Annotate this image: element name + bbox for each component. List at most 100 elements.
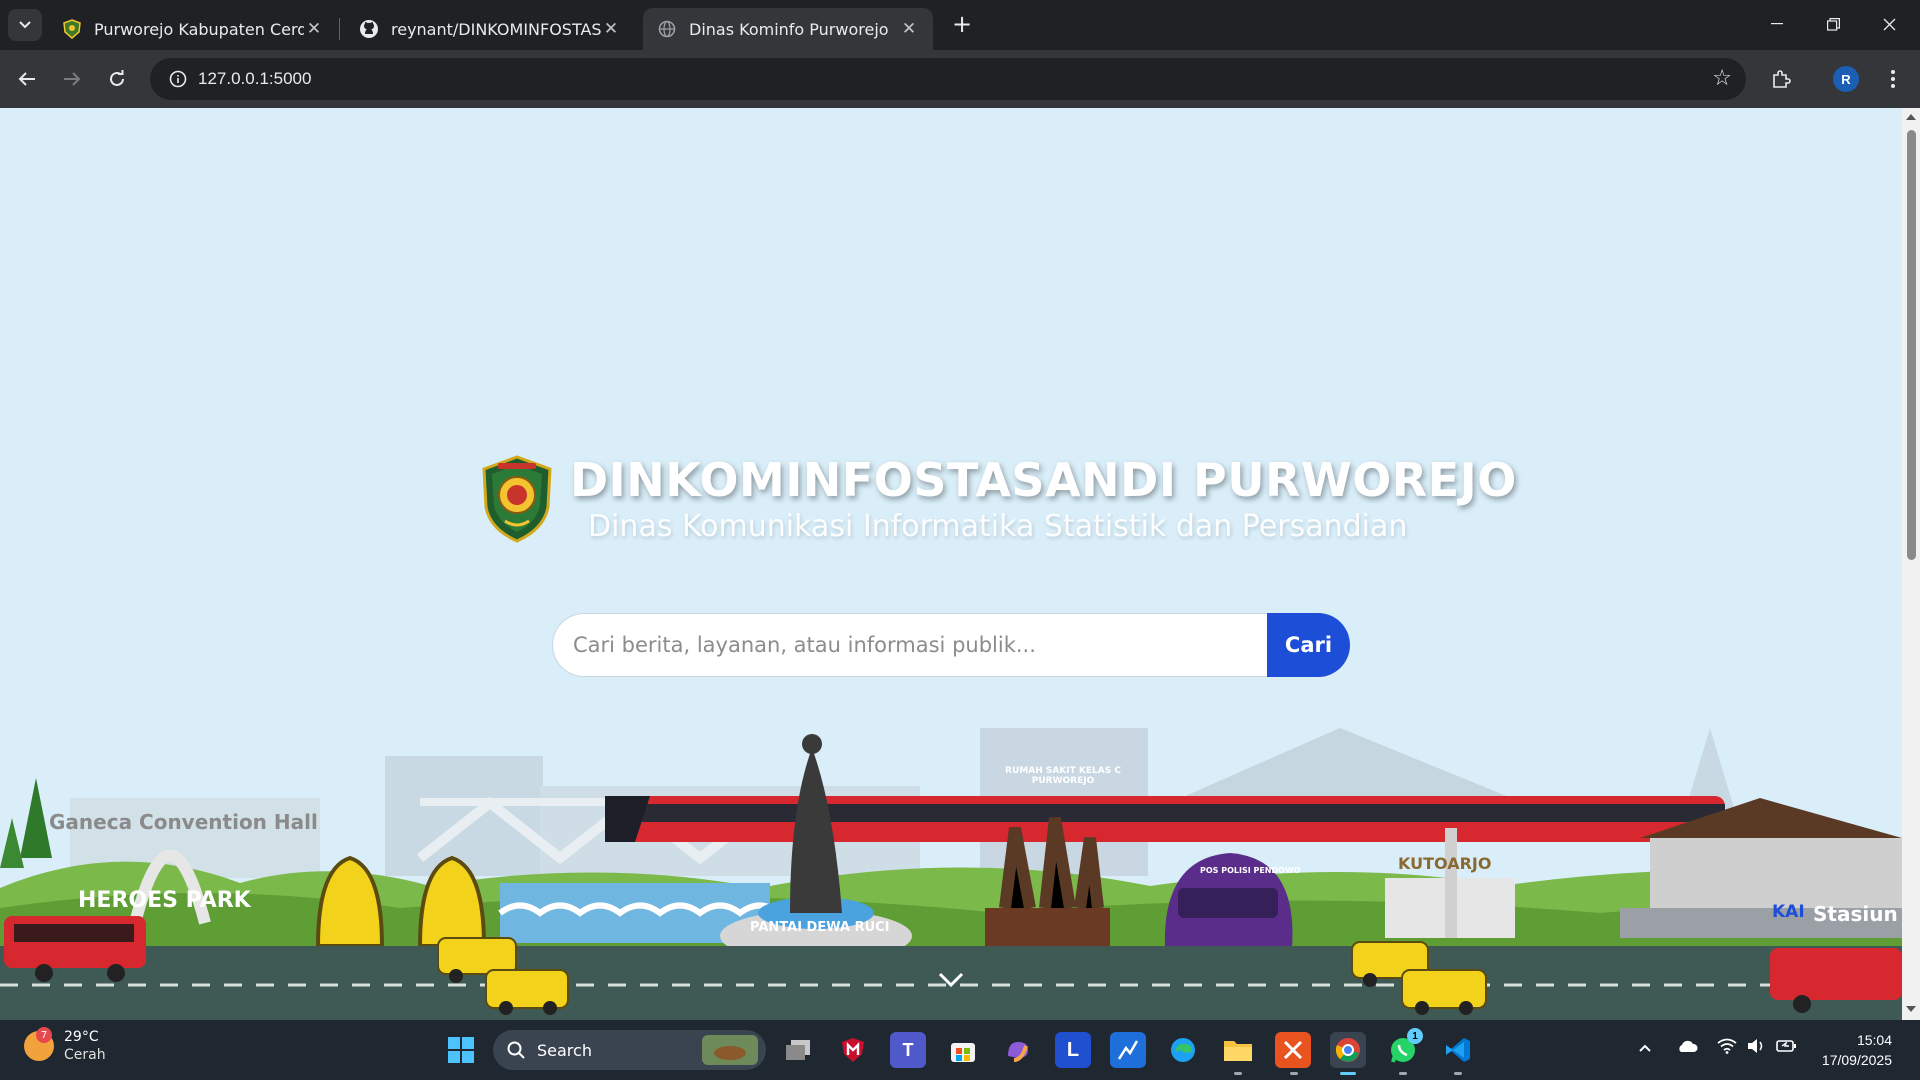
vscode-app[interactable] [1440,1032,1476,1068]
weather-temperature: 29°C [64,1029,99,1045]
l-app-icon: L [1066,1038,1080,1061]
label-rumah-sakit: RUMAH SAKIT KELAS C PURWOREJO [1005,766,1121,786]
chrome-icon [1335,1038,1360,1062]
search-form: Cari [552,613,1350,677]
close-icon[interactable]: ✕ [899,19,919,39]
microsoft-store-app[interactable] [945,1032,981,1068]
extensions-button[interactable] [1765,63,1797,95]
site-info-icon[interactable] [158,70,198,88]
minimize-button[interactable] [1749,0,1805,48]
whatsapp-app[interactable]: 1 [1385,1028,1423,1068]
teams-app[interactable]: T [890,1032,926,1068]
store-bag-icon [951,1043,975,1062]
edge-icon [1171,1038,1195,1062]
draw-app[interactable] [1110,1032,1146,1068]
page-title: DINKOMINFOSTASANDI PURWOREJO [570,453,1517,507]
weather-badge: 7 [36,1027,52,1043]
folder-icon [1224,1041,1252,1061]
clock-time: 15:04 [1856,1032,1892,1048]
scroll-down-chevron-icon[interactable] [937,966,965,994]
github-icon [359,19,379,39]
close-icon [1883,18,1895,30]
hero-text: DINKOMINFOSTASANDI PURWOREJO Dinas Komun… [570,453,1517,544]
scroll-up-arrow-icon[interactable] [1906,114,1916,120]
reload-button[interactable] [101,63,133,95]
tab-github-repo[interactable]: reynant/DINKOMINFOSTASANDI ✕ [345,8,635,50]
tab-search-button[interactable] [8,9,42,41]
label-kai: KAI [1772,902,1805,922]
restore-button[interactable] [1805,0,1861,48]
start-button[interactable] [443,1032,479,1068]
copilot-icon [1008,1042,1028,1062]
chrome-app[interactable] [1330,1032,1366,1068]
label-pantai-dewa-ruci: PANTAI DEWA RUCI [750,920,890,935]
tab-title: Dinas Kominfo Purworejo [689,19,889,39]
arrow-right-icon [64,72,81,86]
taskbar-clock[interactable]: 15:04 17/09/2025 [1812,1030,1892,1070]
browser-menu-button[interactable] [1877,63,1909,95]
tab-title: reynant/DINKOMINFOSTASANDI [391,19,601,39]
globe-icon [657,19,677,39]
kebab-menu-icon [1891,70,1895,88]
battery-sync-icon[interactable] [1776,1038,1798,1058]
crest-icon [62,19,82,39]
puzzle-icon [1773,70,1791,88]
profile-button[interactable]: R [1830,63,1862,95]
onedrive-cloud-icon[interactable] [1676,1038,1698,1057]
search-button[interactable]: Cari [1267,613,1350,677]
volume-icon[interactable] [1746,1038,1766,1058]
new-tab-button[interactable]: + [948,10,976,38]
scroll-down-arrow-icon[interactable] [1906,1006,1916,1012]
arrow-left-icon [18,72,35,86]
back-button[interactable] [11,63,43,95]
file-explorer-app[interactable] [1220,1032,1256,1068]
windows-logo-icon [448,1037,474,1063]
close-window-button[interactable] [1861,0,1917,48]
weather-sun-icon: 7 [24,1027,54,1061]
edge-app[interactable] [1165,1032,1201,1068]
weather-condition: Cerah [64,1047,106,1063]
taskbar-search[interactable]: Search [493,1030,766,1070]
task-view-button[interactable] [780,1032,816,1068]
taskbar-search-label: Search [537,1040,592,1060]
vscode-icon [1446,1038,1470,1062]
whatsapp-badge: 1 [1407,1028,1423,1044]
weather-widget[interactable]: 7 29°C Cerah [24,1027,106,1064]
forward-button[interactable] [56,63,88,95]
browser-tabstrip: Purworejo Kabupaten Cerdas ✕ reynant/DIN… [0,0,1920,50]
wifi-icon[interactable] [1717,1038,1737,1058]
page-scrollbar[interactable] [1902,108,1920,1020]
tab-dinas-kominfo[interactable]: Dinas Kominfo Purworejo ✕ [643,8,933,50]
search-icon [507,1041,525,1059]
search-highlight-image-icon [702,1035,758,1065]
url-text: 127.0.0.1:5000 [198,69,312,88]
tab-purworejo-kabupaten[interactable]: Purworejo Kabupaten Cerdas ✕ [48,8,338,50]
search-input[interactable] [552,613,1267,677]
bookmark-star-icon[interactable]: ☆ [1712,66,1732,91]
mcafee-shield-icon [842,1038,864,1062]
restore-icon [1826,17,1840,31]
l-app[interactable]: L [1055,1032,1091,1068]
browser-toolbar: 127.0.0.1:5000 ☆ R [0,50,1920,108]
chevron-down-icon [19,21,31,29]
pen-chart-icon [1117,1040,1139,1060]
page-subtitle: Dinas Komunikasi Informatika Statistik d… [588,509,1408,544]
label-pos-polisi: POS POLISI PENDOWO [1200,866,1301,875]
address-bar[interactable]: 127.0.0.1:5000 ☆ [150,58,1746,100]
label-kutoarjo: KUTOARJO [1398,854,1492,873]
chrome-active-indicator [1340,1072,1356,1075]
mcafee-app[interactable] [835,1032,871,1068]
tab-divider [339,18,340,40]
show-hidden-icons-chevron-icon[interactable] [1638,1038,1652,1057]
clock-date: 17/09/2025 [1821,1052,1892,1068]
close-icon[interactable]: ✕ [601,19,621,39]
copilot-app[interactable] [1000,1032,1036,1068]
label-stasiun: Stasiun [1813,902,1898,926]
minimize-icon [1771,23,1783,25]
close-icon[interactable]: ✕ [304,19,324,39]
xampp-app[interactable] [1275,1032,1311,1068]
scrollbar-thumb[interactable] [1907,130,1916,560]
reload-icon [110,70,124,86]
xampp-running-indicator [1290,1072,1298,1075]
teams-icon: T [902,1039,914,1060]
